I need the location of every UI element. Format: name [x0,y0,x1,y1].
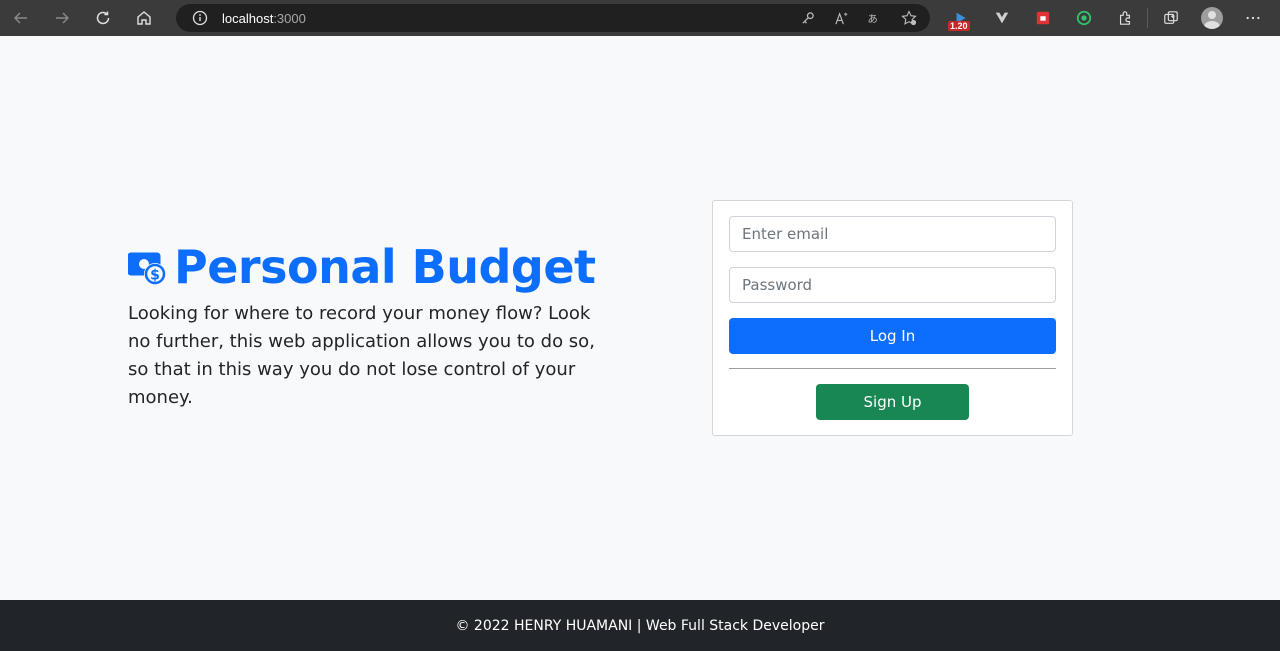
browser-toolbar: localhost:3000 あ 1.20 [0,0,1280,36]
extension-badge: 1.20 [948,21,970,31]
extension-icon [1119,11,1130,25]
divider [729,368,1056,369]
more-icon [1246,16,1259,20]
url-host: localhost [222,10,274,26]
footer: © 2022 HENRY HUAMANI | Web Full Stack De… [0,600,1280,651]
profile-button[interactable] [1191,0,1232,36]
forward-icon [55,12,69,24]
key-icon[interactable] [798,9,816,27]
home-icon [136,11,151,25]
brand: $ Personal Budget [128,242,596,292]
extension-button-video-speed[interactable]: 1.20 [940,0,981,36]
collections-button[interactable] [1150,0,1191,36]
page-title: Personal Budget [174,240,596,294]
extension-button-red[interactable] [1022,0,1063,36]
address-bar[interactable]: localhost:3000 あ [176,4,930,32]
info-icon[interactable] [192,10,208,26]
forward-button[interactable] [41,0,82,36]
back-icon [13,12,27,24]
back-button[interactable] [0,0,41,36]
refresh-icon [96,11,109,25]
signup-button[interactable]: Sign Up [816,384,969,420]
tagline: Looking for where to record your money f… [128,303,595,408]
footer-text: © 2022 HENRY HUAMANI | Web Full Stack De… [455,617,825,634]
vue-icon [995,12,1008,24]
translate-icon[interactable]: あ [866,9,884,27]
login-card: Log In Sign Up [712,200,1073,436]
refresh-button[interactable] [82,0,123,36]
target-icon [1076,10,1091,26]
profile-icon [1200,7,1223,29]
password-field[interactable] [729,267,1056,303]
email-field[interactable] [729,216,1056,252]
extension-button-green[interactable] [1063,0,1104,36]
collections-icon [1163,11,1178,24]
svg-text:$: $ [150,268,160,284]
money-icon: $ [128,252,166,285]
extension-button-vue[interactable] [981,0,1022,36]
toolbar-separator [1147,8,1148,28]
login-button[interactable]: Log In [729,318,1056,354]
home-button[interactable] [123,0,164,36]
url-port: :3000 [273,10,306,26]
favorite-icon[interactable] [900,9,918,27]
extensions-button[interactable] [1104,0,1145,36]
puzzle-red-icon [1036,11,1049,25]
url-text[interactable]: localhost:3000 [222,11,306,26]
read-aloud-icon[interactable] [832,9,850,27]
more-button[interactable] [1232,0,1273,36]
svg-text:あ: あ [868,13,878,25]
